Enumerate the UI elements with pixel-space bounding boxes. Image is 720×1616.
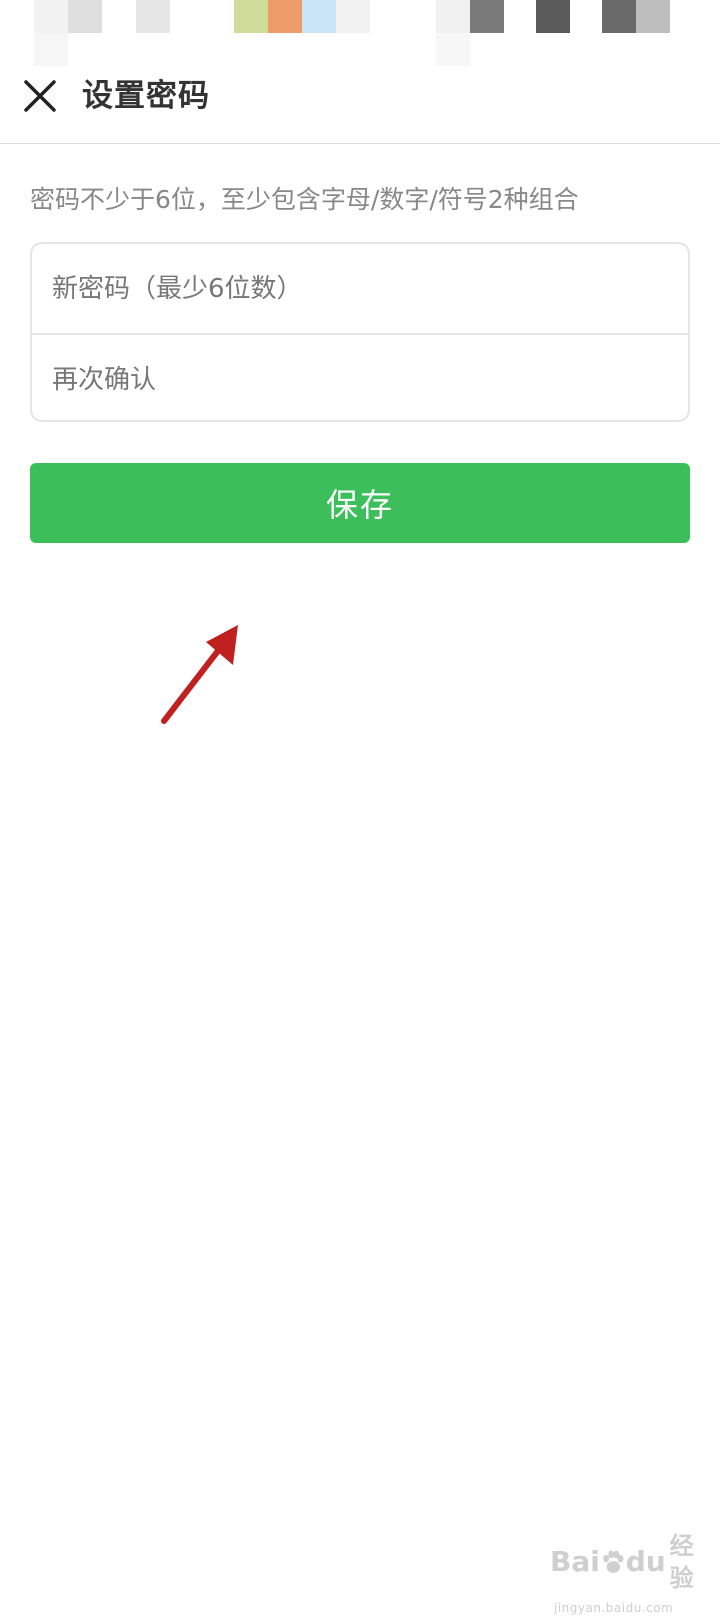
- new-password-input[interactable]: [32, 244, 688, 333]
- paw-icon: [603, 1550, 624, 1573]
- watermark-logo: Bai du 经验: [550, 1532, 694, 1592]
- close-button[interactable]: [18, 74, 62, 118]
- close-icon: [24, 80, 56, 112]
- save-button[interactable]: 保存: [30, 463, 690, 543]
- watermark-subtext: jingyan.baidu.com: [554, 1601, 674, 1615]
- top-bar: 设置密码: [0, 66, 720, 144]
- confirm-password-input[interactable]: [32, 335, 688, 420]
- password-form: [30, 242, 690, 422]
- page-title: 设置密码: [82, 78, 210, 114]
- pixelated-status-bar: [0, 0, 720, 66]
- baidu-jingyan-watermark: Bai du 经验 jingyan.baidu.com: [550, 1530, 710, 1615]
- password-rule-hint: 密码不少于6位，至少包含字母/数字/符号2种组合: [30, 185, 579, 214]
- annotation-arrow-icon: [161, 625, 238, 724]
